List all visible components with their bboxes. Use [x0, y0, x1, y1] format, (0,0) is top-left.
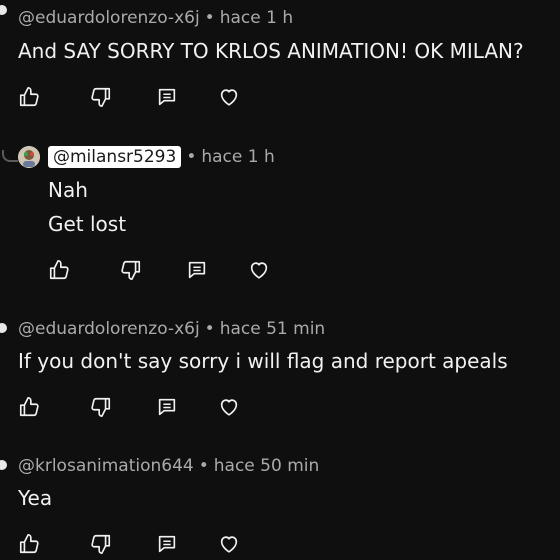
- comment-author[interactable]: @krlosanimation644: [18, 456, 194, 476]
- thumbs-down-icon: [90, 533, 112, 555]
- comment-time[interactable]: hace 51 min: [220, 319, 326, 339]
- heart-button[interactable]: [216, 84, 242, 110]
- comment-actions: [46, 257, 286, 283]
- comment-actions: [16, 394, 256, 420]
- comment-text: Yea: [18, 486, 53, 510]
- comment-text-line: Nah: [48, 178, 88, 202]
- thread-indicator: [0, 323, 7, 333]
- heart-icon: [248, 259, 270, 281]
- comment-actions: [16, 531, 256, 557]
- separator-dot: •: [204, 319, 215, 339]
- reply-icon: [156, 533, 178, 555]
- comment-text: If you don't say sorry i will flag and r…: [18, 349, 508, 373]
- comment-author[interactable]: @milansr5293: [48, 146, 182, 168]
- comment-time[interactable]: hace 1 h: [220, 8, 293, 28]
- heart-icon: [218, 396, 240, 418]
- like-button[interactable]: [16, 531, 42, 557]
- heart-button[interactable]: [216, 531, 242, 557]
- dislike-button[interactable]: [88, 531, 114, 557]
- heart-icon: [218, 86, 240, 108]
- thumbs-down-icon: [120, 259, 142, 281]
- dislike-button[interactable]: [118, 257, 144, 283]
- reply-button[interactable]: [154, 84, 180, 110]
- reply-icon: [156, 86, 178, 108]
- like-button[interactable]: [16, 84, 42, 110]
- comment-meta: @eduardolorenzo-x6j • hace 1 h: [18, 6, 293, 30]
- thread-indicator: [0, 460, 7, 470]
- separator-dot: •: [204, 8, 215, 28]
- heart-icon: [218, 533, 240, 555]
- reply-icon: [186, 259, 208, 281]
- reply-button[interactable]: [184, 257, 210, 283]
- comment-author[interactable]: @eduardolorenzo-x6j: [18, 319, 200, 339]
- thumbs-down-icon: [90, 396, 112, 418]
- comment-text: And SAY SORRY TO KRLOS ANIMATION! OK MIL…: [18, 39, 524, 63]
- comment-time[interactable]: hace 1 h: [201, 147, 274, 167]
- thread-indicator: [0, 5, 7, 15]
- comment-actions: [16, 84, 256, 110]
- thumbs-up-icon: [18, 86, 40, 108]
- comment-time[interactable]: hace 50 min: [214, 456, 320, 476]
- dislike-button[interactable]: [88, 84, 114, 110]
- comment-author[interactable]: @eduardolorenzo-x6j: [18, 8, 200, 28]
- separator-dot: •: [198, 456, 209, 476]
- avatar-image: [18, 146, 40, 168]
- avatar[interactable]: [18, 146, 40, 168]
- heart-button[interactable]: [216, 394, 242, 420]
- comment-meta: @eduardolorenzo-x6j • hace 51 min: [18, 317, 325, 341]
- reply-button[interactable]: [154, 394, 180, 420]
- reply-button[interactable]: [154, 531, 180, 557]
- comment-meta: @krlosanimation644 • hace 50 min: [18, 454, 319, 478]
- thumbs-down-icon: [90, 86, 112, 108]
- reply-icon: [156, 396, 178, 418]
- thumbs-up-icon: [48, 259, 70, 281]
- heart-button[interactable]: [246, 257, 272, 283]
- thumbs-up-icon: [18, 396, 40, 418]
- separator-dot: •: [186, 147, 197, 167]
- thumbs-up-icon: [18, 533, 40, 555]
- like-button[interactable]: [46, 257, 72, 283]
- reply-connector: [2, 150, 18, 162]
- dislike-button[interactable]: [88, 394, 114, 420]
- comment-text-line: Get lost: [48, 212, 127, 236]
- comment-meta: @milansr5293 • hace 1 h: [48, 145, 275, 169]
- like-button[interactable]: [16, 394, 42, 420]
